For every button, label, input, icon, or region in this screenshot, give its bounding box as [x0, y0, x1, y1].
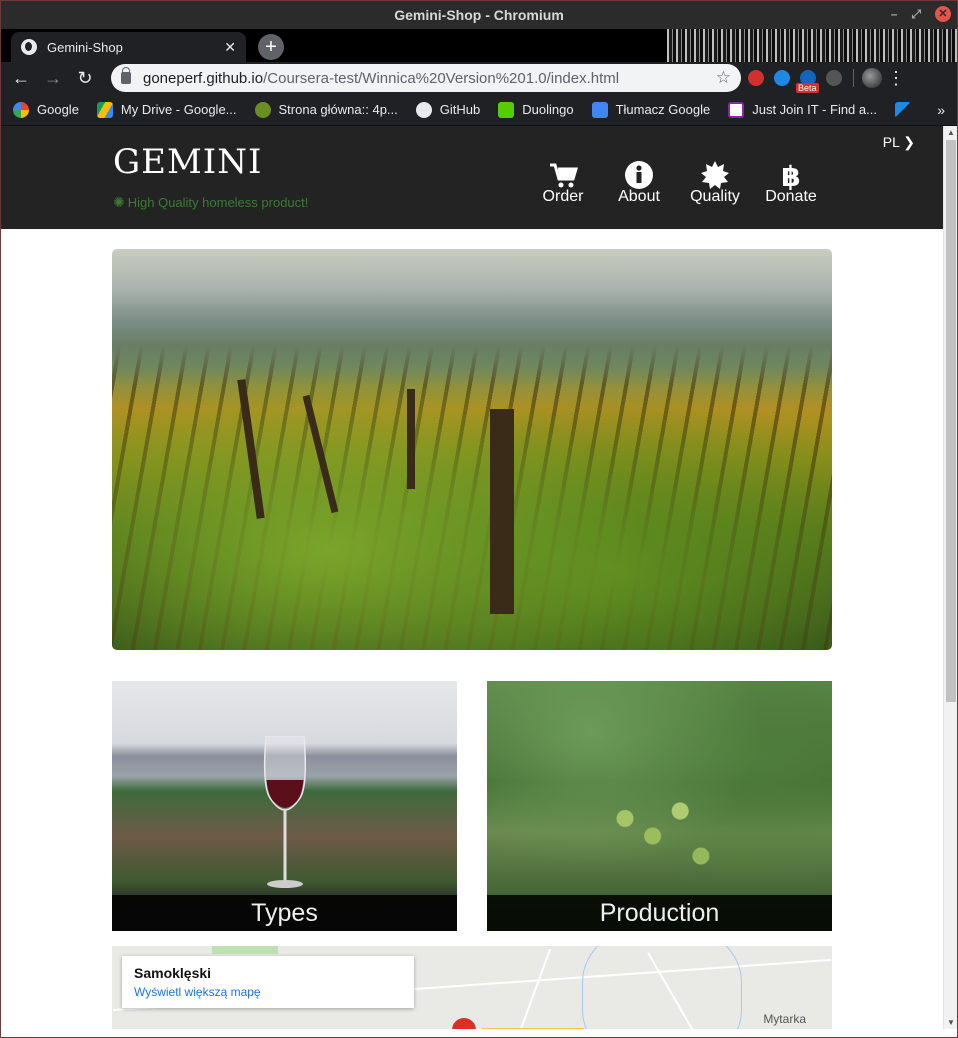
page-viewport: GEMINI ✺ High Quality homeless product! … [1, 126, 957, 1029]
certificate-icon: ✺ [113, 194, 125, 210]
4p-icon [254, 101, 271, 118]
url-host: goneperf.github.io [143, 69, 264, 87]
language-label: PL [882, 134, 900, 150]
chevron-down-icon: ❯ [903, 134, 915, 150]
window-title: Gemini-Shop - Chromium [394, 7, 564, 23]
nav-about-label: About [618, 188, 660, 205]
map-town-label: Mytarka [763, 1012, 806, 1026]
production-card[interactable]: Production [487, 681, 832, 931]
vineyard-post [407, 389, 415, 489]
info-icon [601, 158, 677, 190]
svg-text:฿: ฿ [781, 160, 800, 190]
tab-strip: Gemini-Shop ✕ + [1, 29, 957, 62]
bookmark-flag[interactable] [894, 101, 919, 118]
extension-icon[interactable] [771, 67, 793, 89]
browser-window: Gemini-Shop - Chromium – ⤢ ✕ Gemini-Shop… [0, 0, 958, 1038]
wine-glass-image [263, 736, 307, 888]
bookmark-4p[interactable]: Strona główna:: 4p... [254, 101, 398, 118]
vineyard-hero-image [112, 249, 832, 650]
scrollbar-thumb[interactable] [946, 140, 956, 702]
bookmark-justjoinit[interactable]: Just Join IT - Find a... [728, 101, 877, 118]
window-titlebar: Gemini-Shop - Chromium – ⤢ ✕ [1, 1, 957, 29]
maximize-icon[interactable]: ⤢ [911, 6, 921, 22]
address-bar[interactable]: goneperf.github.io/Coursera-test/Winnica… [111, 64, 741, 92]
beta-badge: Beta [796, 83, 819, 93]
bookmark-duolingo[interactable]: Duolingo [498, 101, 574, 118]
map-pin-icon[interactable] [452, 1018, 476, 1029]
close-window-icon[interactable]: ✕ [935, 6, 951, 22]
vineyard-post [302, 394, 339, 514]
bookmark-google[interactable]: Google [13, 101, 79, 118]
drive-icon [96, 101, 113, 118]
bitcoin-icon: ฿ [753, 158, 829, 193]
nav-donate-label: Donate [765, 188, 817, 205]
tab-close-icon[interactable]: ✕ [224, 39, 236, 56]
production-card-label: Production [487, 895, 832, 931]
nav-about[interactable]: About [601, 158, 677, 206]
beta-extension-icon[interactable]: Beta [796, 67, 819, 93]
map-larger-link[interactable]: Wyświetl większą mapę [134, 985, 402, 999]
adblock-extension-icon[interactable] [745, 67, 767, 89]
nav-quality[interactable]: Quality [677, 158, 753, 206]
github-icon [415, 101, 432, 118]
window-controls: – ⤢ ✕ [891, 6, 951, 22]
embedded-map[interactable]: Samoklęski Wyświetl większą mapę Mytarka [112, 946, 832, 1029]
profile-avatar[interactable] [862, 68, 882, 88]
vineyard-post [490, 409, 514, 614]
minimize-icon[interactable]: – [891, 6, 898, 22]
bookmarks-bar: Google My Drive - Google... Strona główn… [1, 94, 957, 126]
duolingo-icon [498, 101, 515, 118]
map-park-area [212, 946, 278, 954]
tab-gemini-shop[interactable]: Gemini-Shop ✕ [11, 32, 246, 62]
bookmark-translate[interactable]: Tłumacz Google [591, 101, 710, 118]
site-brand[interactable]: GEMINI [113, 142, 262, 182]
globe-icon [21, 39, 37, 55]
scroll-down-icon[interactable]: ▼ [947, 1018, 955, 1027]
bookmark-github[interactable]: GitHub [415, 101, 480, 118]
timer-extension-icon[interactable] [823, 67, 845, 89]
url-path: /Coursera-test/Winnica%20Version%201.0/i… [263, 69, 620, 87]
map-road [514, 948, 552, 1029]
nav-order-label: Order [542, 188, 584, 205]
certificate-icon [677, 158, 753, 190]
vineyard-post [237, 379, 265, 519]
types-card-label: Types [112, 895, 457, 931]
types-card[interactable]: Types [112, 681, 457, 931]
map-highway [482, 1028, 584, 1029]
google-icon [13, 101, 29, 118]
nav-quality-label: Quality [690, 188, 740, 205]
nav-order[interactable]: Order [525, 158, 601, 206]
browser-toolbar: ← → ↻ goneperf.github.io/Coursera-test/W… [1, 62, 957, 94]
bookmark-my-drive[interactable]: My Drive - Google... [96, 101, 237, 118]
tabstrip-background [667, 29, 957, 62]
flag-icon [894, 101, 911, 118]
map-river [582, 946, 742, 1029]
bookmarks-overflow-icon[interactable]: » [937, 102, 945, 118]
site-header: GEMINI ✺ High Quality homeless product! … [1, 126, 957, 229]
site-nav: Order About Quality ฿ Donate [525, 158, 829, 206]
map-info-box: Samoklęski Wyświetl większą mapę [122, 956, 414, 1008]
scroll-up-icon[interactable]: ▲ [947, 128, 955, 137]
new-tab-button[interactable]: + [258, 34, 284, 60]
toolbar-separator [853, 69, 854, 87]
menu-kebab-icon[interactable]: ⋮ [886, 68, 906, 89]
justjoinit-icon [728, 101, 745, 118]
site-tagline: ✺ High Quality homeless product! [113, 194, 308, 211]
bookmark-star-icon[interactable]: ☆ [716, 68, 731, 88]
page-scrollbar[interactable]: ▲ ▼ [943, 126, 957, 1029]
reload-icon[interactable]: ↻ [71, 64, 99, 92]
map-place-name: Samoklęski [134, 965, 212, 981]
nav-donate[interactable]: ฿ Donate [753, 158, 829, 206]
tab-title: Gemini-Shop [47, 39, 123, 55]
back-icon[interactable]: ← [7, 64, 35, 92]
lock-icon[interactable] [121, 67, 131, 84]
translate-icon [591, 101, 608, 118]
tagline-text: High Quality homeless product! [127, 195, 309, 210]
cart-icon [525, 158, 601, 188]
language-dropdown[interactable]: PL ❯ [883, 134, 915, 151]
forward-icon[interactable]: → [39, 64, 67, 92]
